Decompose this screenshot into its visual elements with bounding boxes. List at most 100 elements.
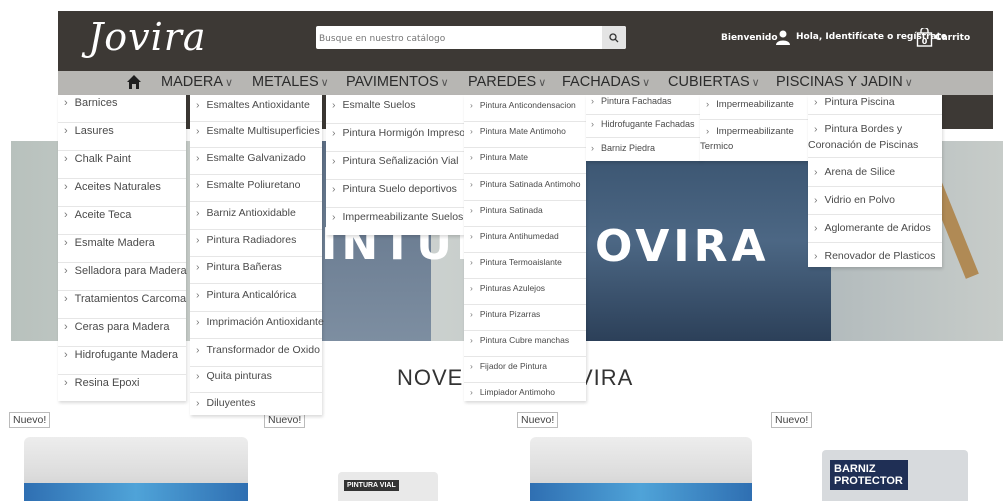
can-label: PINTURA VIAL	[344, 480, 399, 491]
menu-item[interactable]: Pintura Hormigón Impreso	[326, 127, 465, 152]
menu-item[interactable]: Pintura Fachadas	[586, 96, 701, 115]
menu-item[interactable]: Fijador de Pintura	[464, 361, 586, 383]
menu-item[interactable]: Pintura Termoaislante	[464, 257, 586, 279]
site-logo[interactable]: Jovira	[88, 15, 207, 59]
nav-cubiertas[interactable]: CUBIERTAS ∨	[668, 74, 760, 90]
menu-item[interactable]: Transformador de Oxido	[190, 344, 322, 367]
dropdown-piscinas: Pintura Piscina Pintura Bordes y Coronac…	[808, 95, 942, 267]
menu-item[interactable]: Resina Epoxi	[58, 377, 186, 399]
menu-item[interactable]: Aceite Teca	[58, 209, 186, 235]
menu-item[interactable]: Tratamientos Carcoma	[58, 293, 186, 319]
menu-item[interactable]: Pintura Mate	[464, 152, 586, 174]
home-link[interactable]	[126, 74, 142, 94]
product-image[interactable]	[24, 437, 248, 501]
cart-link[interactable]: 0 Carrito	[916, 28, 970, 47]
dropdown-fachadas: Pintura Fachadas Hidrofugante Fachadas B…	[586, 95, 701, 161]
menu-item[interactable]: Pintura Radiadores	[190, 234, 322, 257]
menu-item[interactable]: Barnices	[58, 97, 186, 123]
menu-item[interactable]: Pintura Satinada	[464, 205, 586, 227]
menu-item[interactable]: Selladora para Madera	[58, 265, 187, 291]
menu-item[interactable]: Imprimación Antioxidante	[190, 316, 324, 339]
menu-item[interactable]: Limpiador Antimoho	[464, 387, 586, 401]
menu-item[interactable]: Impermeabilizante	[700, 126, 808, 142]
menu-item[interactable]: Barniz Antioxidable	[190, 207, 322, 230]
new-badge: Nuevo!	[771, 412, 813, 428]
menu-item[interactable]: Diluyentes	[190, 397, 322, 415]
welcome-text: Bienvenido	[721, 33, 778, 43]
nav-label: PISCINAS Y JADIN	[776, 74, 903, 90]
user-icon	[776, 30, 790, 45]
nav-paredes[interactable]: PAREDES ∨	[468, 74, 546, 90]
chevron-down-icon: ∨	[751, 77, 760, 89]
menu-item[interactable]: Pintura Mate Antimoho	[464, 126, 586, 148]
menu-item[interactable]: Esmalte Galvanizado	[190, 152, 322, 175]
nav-label: CUBIERTAS	[668, 74, 750, 90]
dropdown-pavimentos: Esmalte Suelos Pintura Hormigón Impreso …	[326, 95, 465, 235]
menu-item[interactable]: Pinturas Azulejos	[464, 283, 586, 305]
chevron-down-icon: ∨	[320, 77, 329, 89]
product-image[interactable]	[530, 437, 752, 501]
nav-label: FACHADAS	[562, 74, 641, 90]
menu-item[interactable]: Pintura Suelo deportivos	[326, 183, 464, 208]
menu-item[interactable]: Pintura Piscina	[808, 96, 942, 115]
menu-item-continuation[interactable]: Termico	[700, 141, 733, 152]
menu-item[interactable]: Chalk Paint	[58, 153, 186, 179]
nav-label: MADERA	[161, 74, 224, 90]
menu-item[interactable]: Esmalte Madera	[58, 237, 186, 263]
menu-item[interactable]: Lasures	[58, 125, 186, 151]
menu-item[interactable]: Esmalte Poliuretano	[190, 179, 322, 202]
menu-item[interactable]: Renovador de Plasticos	[808, 250, 942, 266]
home-icon	[127, 75, 141, 89]
menu-item[interactable]: Pintura Cubre manchas	[464, 335, 586, 357]
new-badge: Nuevo!	[517, 412, 559, 428]
menu-item[interactable]: Hidrofugante Madera	[58, 349, 186, 375]
menu-item[interactable]: Pintura Pizarras	[464, 309, 586, 331]
dropdown-cubiertas: Impermeabilizante Impermeabilizante Term…	[700, 95, 808, 161]
menu-item[interactable]: Vidrio en Polvo	[808, 194, 942, 215]
menu-item[interactable]: Esmaltes Antioxidante	[190, 99, 322, 122]
search-input[interactable]	[316, 27, 602, 51]
search-icon	[609, 32, 619, 42]
menu-item[interactable]: Barniz Piedra	[586, 143, 701, 159]
nav-pavimentos[interactable]: PAVIMENTOS ∨	[346, 74, 449, 90]
menu-item[interactable]: Pintura Satinada Antimoho	[464, 179, 586, 201]
nav-madera[interactable]: MADERA ∨	[161, 74, 233, 90]
varnish-label: BARNIZ PROTECTOR	[830, 460, 908, 490]
menu-item[interactable]: Pintura Bordes y	[808, 123, 942, 139]
menu-item[interactable]: Aglomerante de Aridos	[808, 222, 942, 243]
nav-fachadas[interactable]: FACHADAS ∨	[562, 74, 650, 90]
menu-item[interactable]: Arena de Silice	[808, 166, 942, 187]
section-title-left: NOVE	[397, 365, 464, 390]
menu-item[interactable]: Esmalte Multisuperficies	[190, 125, 322, 148]
menu-item-continuation[interactable]: Coronación de Piscinas	[808, 139, 942, 158]
nav-metales[interactable]: METALES ∨	[252, 74, 329, 90]
product-image[interactable]: PINTURA VIAL	[338, 472, 438, 501]
menu-item[interactable]: Quita pinturas	[190, 370, 322, 393]
chevron-down-icon: ∨	[440, 77, 449, 89]
menu-item[interactable]: Pintura Señalización Vial	[326, 155, 464, 180]
nav-label: PAREDES	[468, 74, 537, 90]
dropdown-metales: Esmaltes Antioxidante Esmalte Multisuper…	[190, 95, 324, 415]
menu-item[interactable]: Esmalte Suelos	[326, 99, 464, 124]
menu-item[interactable]: Impermeabilizante	[700, 99, 808, 120]
cart-label: Carrito	[935, 32, 971, 43]
site-header: Jovira Bienvenido Hola, Identifícate o r…	[58, 11, 993, 71]
menu-item[interactable]: Ceras para Madera	[58, 321, 186, 347]
search-box	[316, 26, 626, 51]
menu-item[interactable]: Pintura Antihumedad	[464, 231, 586, 253]
dropdown-madera: Barnices Lasures Chalk Paint Aceites Nat…	[58, 95, 187, 401]
menu-item[interactable]: Aceites Naturales	[58, 181, 186, 207]
menu-item[interactable]: Impermeabilizante Suelos	[326, 211, 464, 233]
menu-item[interactable]: Pintura Anticalórica	[190, 289, 322, 312]
bucket-label	[530, 483, 752, 501]
nav-piscinas[interactable]: PISCINAS Y JADIN ∨	[776, 74, 913, 90]
shopping-bag-icon: 0	[916, 28, 933, 47]
search-button[interactable]	[602, 26, 626, 49]
menu-item[interactable]: Pintura Anticondensacion	[464, 100, 586, 122]
menu-item[interactable]: Pintura Bañeras	[190, 261, 322, 284]
dropdown-paredes: Pintura Anticondensacion Pintura Mate An…	[464, 95, 586, 401]
svg-text:0: 0	[922, 37, 928, 46]
product-image[interactable]: BARNIZ PROTECTOR	[822, 450, 968, 501]
menu-item[interactable]: Hidrofugante Fachadas	[586, 119, 701, 138]
section-title-right: VIRA	[578, 365, 634, 390]
